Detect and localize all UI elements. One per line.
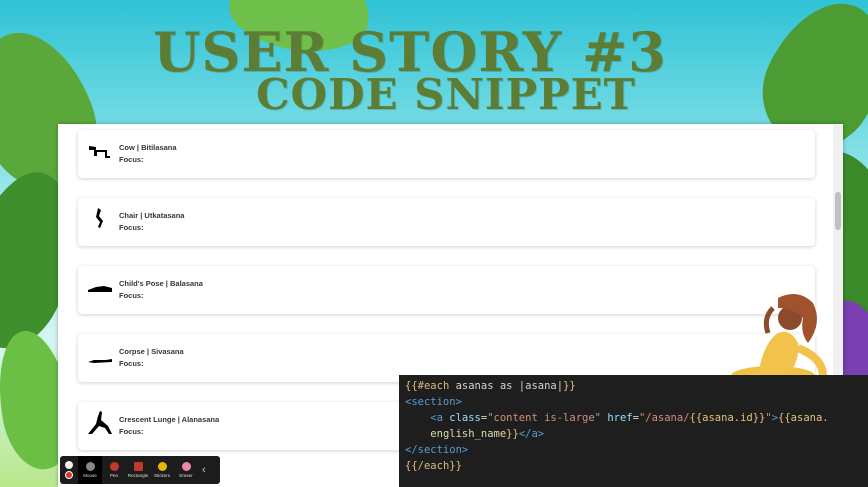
- sticker-icon: [157, 462, 167, 471]
- code-line: {{/each}}: [405, 460, 462, 472]
- record-icon[interactable]: [65, 471, 73, 479]
- code-line: {{#each asanas as |asana|}}: [405, 380, 576, 392]
- asana-focus-label: Focus:: [119, 223, 144, 232]
- mouse-icon: [85, 462, 95, 471]
- code-line: </section>: [405, 444, 469, 456]
- toolbar-record-controls: [60, 461, 78, 479]
- corpse-pose-icon: [88, 359, 112, 363]
- asana-card[interactable]: Child's Pose | Balasana Focus:: [78, 266, 815, 314]
- toolbar-eraser-button[interactable]: Eraser: [174, 456, 198, 484]
- toolbar-mouse-button[interactable]: Mouse: [78, 456, 102, 484]
- code-line: <section>: [405, 396, 462, 408]
- yoga-woman-illustration: [731, 294, 827, 386]
- code-line: english_name}}</a>: [430, 428, 545, 440]
- asana-card[interactable]: Cow | Bitilasana Focus:: [78, 130, 815, 178]
- eraser-icon: [181, 462, 191, 471]
- asana-name: Corpse | Sivasana: [119, 347, 184, 356]
- asana-focus-label: Focus:: [119, 291, 144, 300]
- asana-focus-label: Focus:: [119, 427, 144, 436]
- code-line: <a class="content is-large" href="/asana…: [430, 412, 829, 424]
- code-snippet-panel: {{#each asanas as |asana|}} <section> <a…: [399, 375, 868, 487]
- asana-card[interactable]: Chair | Utkatasana Focus:: [78, 198, 815, 246]
- scrollbar-thumb[interactable]: [835, 192, 841, 230]
- asana-focus-label: Focus:: [119, 155, 144, 164]
- asana-focus-label: Focus:: [119, 359, 144, 368]
- childs-pose-icon: [88, 286, 112, 292]
- annotation-toolbar: Mouse Pen Rectangle Stickers Eraser ‹: [60, 456, 220, 484]
- asana-name: Crescent Lunge | Alanasana: [119, 415, 220, 424]
- cow-pose-icon: [89, 146, 110, 158]
- pen-icon: [109, 462, 119, 471]
- asana-name: Chair | Utkatasana: [119, 211, 185, 220]
- slide-subtitle: CODE SNIPPET: [256, 70, 636, 119]
- chevron-left-icon[interactable]: ‹: [202, 464, 206, 476]
- toolbar-stickers-button[interactable]: Stickers: [150, 456, 174, 484]
- asana-name: Child's Pose | Balasana: [119, 279, 203, 288]
- crescent-lunge-icon: [88, 411, 112, 434]
- chair-pose-icon: [96, 208, 103, 228]
- rectangle-icon: [133, 462, 143, 471]
- toolbar-pen-button[interactable]: Pen: [102, 456, 126, 484]
- pause-icon[interactable]: [65, 461, 73, 469]
- asana-name: Cow | Bitilasana: [119, 143, 177, 152]
- toolbar-rectangle-button[interactable]: Rectangle: [126, 456, 150, 484]
